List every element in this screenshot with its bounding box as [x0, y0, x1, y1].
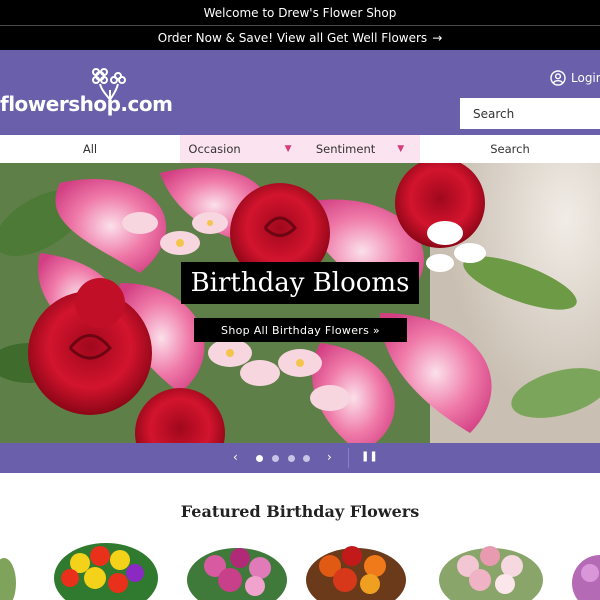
shop-birthday-button[interactable]: Shop All Birthday Flowers »	[194, 318, 407, 342]
promo-bar[interactable]: Order Now & Save! View all Get Well Flow…	[0, 26, 600, 50]
product-thumbnail[interactable]	[439, 546, 543, 600]
carousel-dot[interactable]	[288, 455, 295, 462]
promo-link[interactable]: Order Now & Save! View all Get Well Flow…	[158, 31, 427, 45]
carousel-dot[interactable]	[303, 455, 310, 462]
product-thumbnail[interactable]	[54, 543, 158, 600]
nav-item-label: Sentiment	[315, 142, 376, 156]
carousel-controls	[0, 443, 600, 473]
site-header: flowershop.com Login Search	[0, 50, 600, 135]
chevron-down-icon: ▼	[284, 144, 292, 154]
carousel-dot[interactable]	[256, 455, 263, 462]
chevron-left-icon[interactable]: ‹	[233, 450, 238, 464]
login-label: Login	[571, 71, 600, 85]
welcome-text: Welcome to Drew's Flower Shop	[203, 5, 397, 20]
carousel-divider	[348, 448, 349, 468]
hero-title: Birthday Blooms	[181, 262, 419, 304]
welcome-bar: Welcome to Drew's Flower Shop	[0, 0, 600, 25]
product-thumbnail[interactable]	[187, 548, 287, 600]
nav-item-occasion[interactable]: Occasion ▼	[180, 135, 300, 163]
hero-banner[interactable]: Birthday Blooms Shop All Birthday Flower…	[0, 163, 600, 443]
nav-item-search[interactable]: Search	[420, 135, 600, 163]
nav-item-label: Search	[490, 142, 530, 156]
pause-icon[interactable]: ❚❚	[361, 451, 378, 462]
arrow-right-icon: →	[432, 31, 443, 45]
search-placeholder: Search	[473, 106, 515, 121]
nav-item-label: Occasion	[188, 142, 241, 156]
product-thumbnail[interactable]	[306, 546, 406, 600]
logo-text: flowershop.com	[0, 92, 173, 116]
featured-title: Featured Birthday Flowers	[180, 502, 420, 521]
chevron-down-icon: ▼	[397, 144, 405, 154]
product-thumbnail[interactable]	[572, 555, 600, 600]
user-icon	[550, 70, 566, 86]
site-logo[interactable]: flowershop.com	[0, 50, 173, 135]
carousel-dot[interactable]	[272, 455, 279, 462]
nav-item-all[interactable]: All	[0, 135, 180, 163]
search-input[interactable]: Search	[460, 98, 600, 129]
chevron-right-icon[interactable]: ›	[327, 450, 332, 464]
product-thumbnail[interactable]	[0, 558, 16, 600]
nav-item-label: All	[82, 142, 98, 156]
login-link[interactable]: Login	[550, 70, 600, 86]
main-nav: All Occasion ▼ Sentiment ▼ Search	[0, 135, 600, 163]
nav-item-sentiment[interactable]: Sentiment ▼	[300, 135, 420, 163]
product-carousel	[0, 543, 600, 600]
